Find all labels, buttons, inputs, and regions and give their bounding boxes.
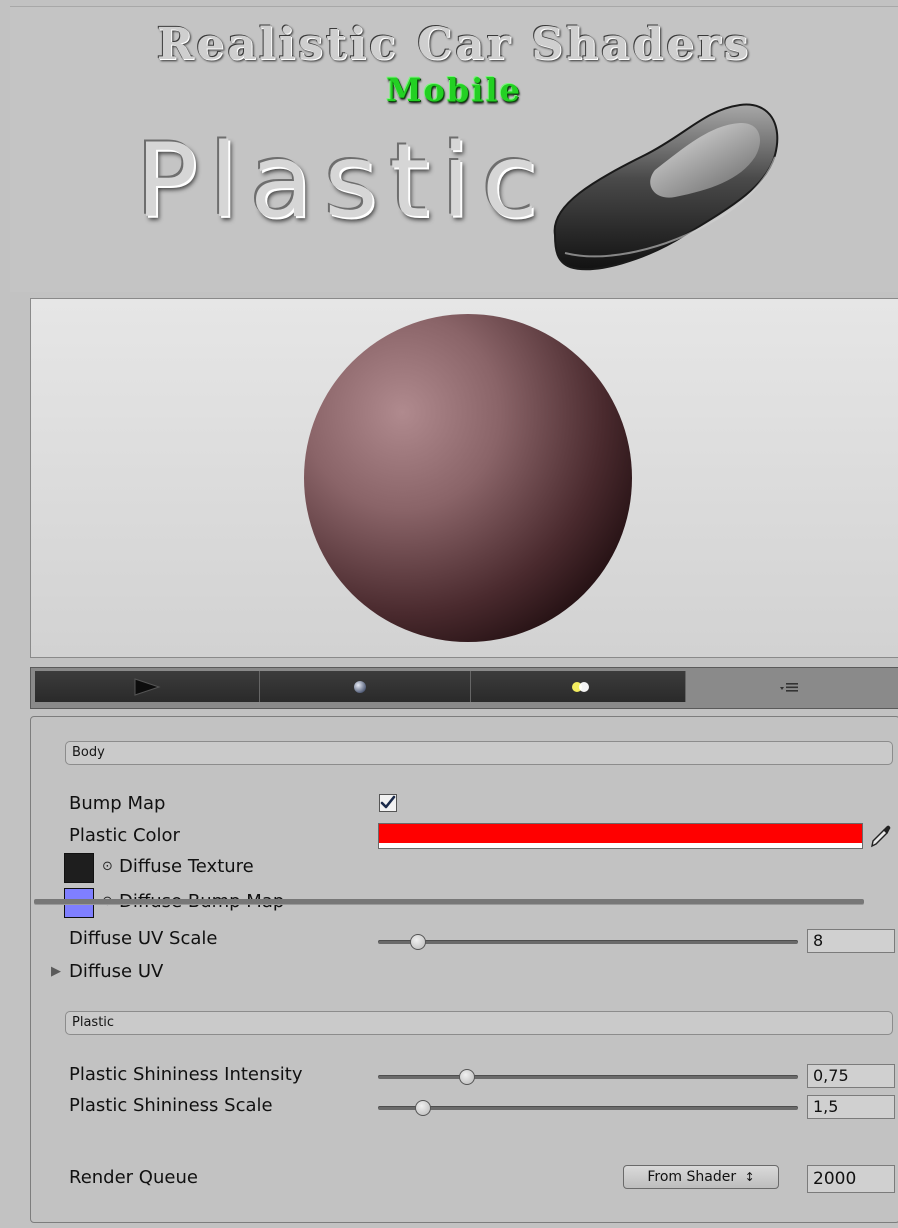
sphere-icon <box>354 681 366 693</box>
diffuse-uv-scale-label: Diffuse UV Scale <box>69 928 218 949</box>
shininess-scale-label: Plastic Shininess Scale <box>69 1095 273 1116</box>
checkmark-icon <box>380 795 396 809</box>
shader-banner: Realistic Car Shaders Mobile Plastic <box>10 6 898 292</box>
shininess-intensity-slider[interactable] <box>378 1069 798 1085</box>
plastic-color-field[interactable] <box>378 823 863 849</box>
play-icon <box>134 678 161 696</box>
diffuse-uv-foldout[interactable]: Diffuse UV <box>69 961 163 982</box>
play-button[interactable] <box>35 671 260 702</box>
shininess-scale-slider[interactable] <box>378 1100 798 1116</box>
divider <box>34 899 864 904</box>
shininess-intensity-field[interactable]: 0,75 <box>807 1064 895 1088</box>
render-queue-label: Render Queue <box>69 1167 198 1188</box>
shininess-scale-field[interactable]: 1,5 <box>807 1095 895 1119</box>
car-body-icon <box>553 103 779 271</box>
dropdown-arrows-icon: ↕ <box>744 1170 755 1184</box>
preview-shape-button[interactable] <box>260 671 471 702</box>
render-queue-mode: From Shader <box>647 1169 737 1185</box>
shininess-intensity-label: Plastic Shininess Intensity <box>69 1064 303 1085</box>
slider-knob[interactable] <box>410 934 426 950</box>
material-preview[interactable] <box>30 298 898 658</box>
render-queue-dropdown[interactable]: From Shader ↕ <box>623 1165 779 1189</box>
section-body-header: Body <box>65 741 893 765</box>
diffuse-texture-label: Diffuse Texture <box>119 856 254 877</box>
preview-light-button[interactable] <box>471 671 686 702</box>
slider-knob[interactable] <box>415 1100 431 1116</box>
material-name: Plastic <box>136 122 550 241</box>
light-icon <box>572 682 589 692</box>
diffuse-uv-scale-field[interactable]: 8 <box>807 929 895 953</box>
bump-map-checkbox[interactable] <box>379 794 397 812</box>
material-properties: Body Bump Map Plastic Color ⊙ Diffuse Te… <box>30 716 898 1223</box>
preview-toolbar <box>30 667 898 709</box>
preview-settings-button[interactable] <box>686 671 896 702</box>
plastic-color-swatch <box>379 824 862 843</box>
object-picker-icon[interactable]: ⊙ <box>102 859 113 874</box>
eyedropper-icon[interactable] <box>869 823 893 849</box>
expand-arrow-icon[interactable]: ▶ <box>51 964 61 979</box>
preview-sphere <box>304 314 632 642</box>
menu-icon <box>780 683 798 692</box>
render-queue-value[interactable]: 2000 <box>807 1165 895 1193</box>
banner-title: Realistic Car Shaders <box>156 19 752 70</box>
slider-knob[interactable] <box>459 1069 475 1085</box>
bump-map-label: Bump Map <box>69 793 166 814</box>
diffuse-uv-scale-slider[interactable] <box>378 934 798 950</box>
plastic-color-label: Plastic Color <box>69 825 180 846</box>
diffuse-texture-slot[interactable] <box>64 853 94 883</box>
section-plastic-header: Plastic <box>65 1011 893 1035</box>
